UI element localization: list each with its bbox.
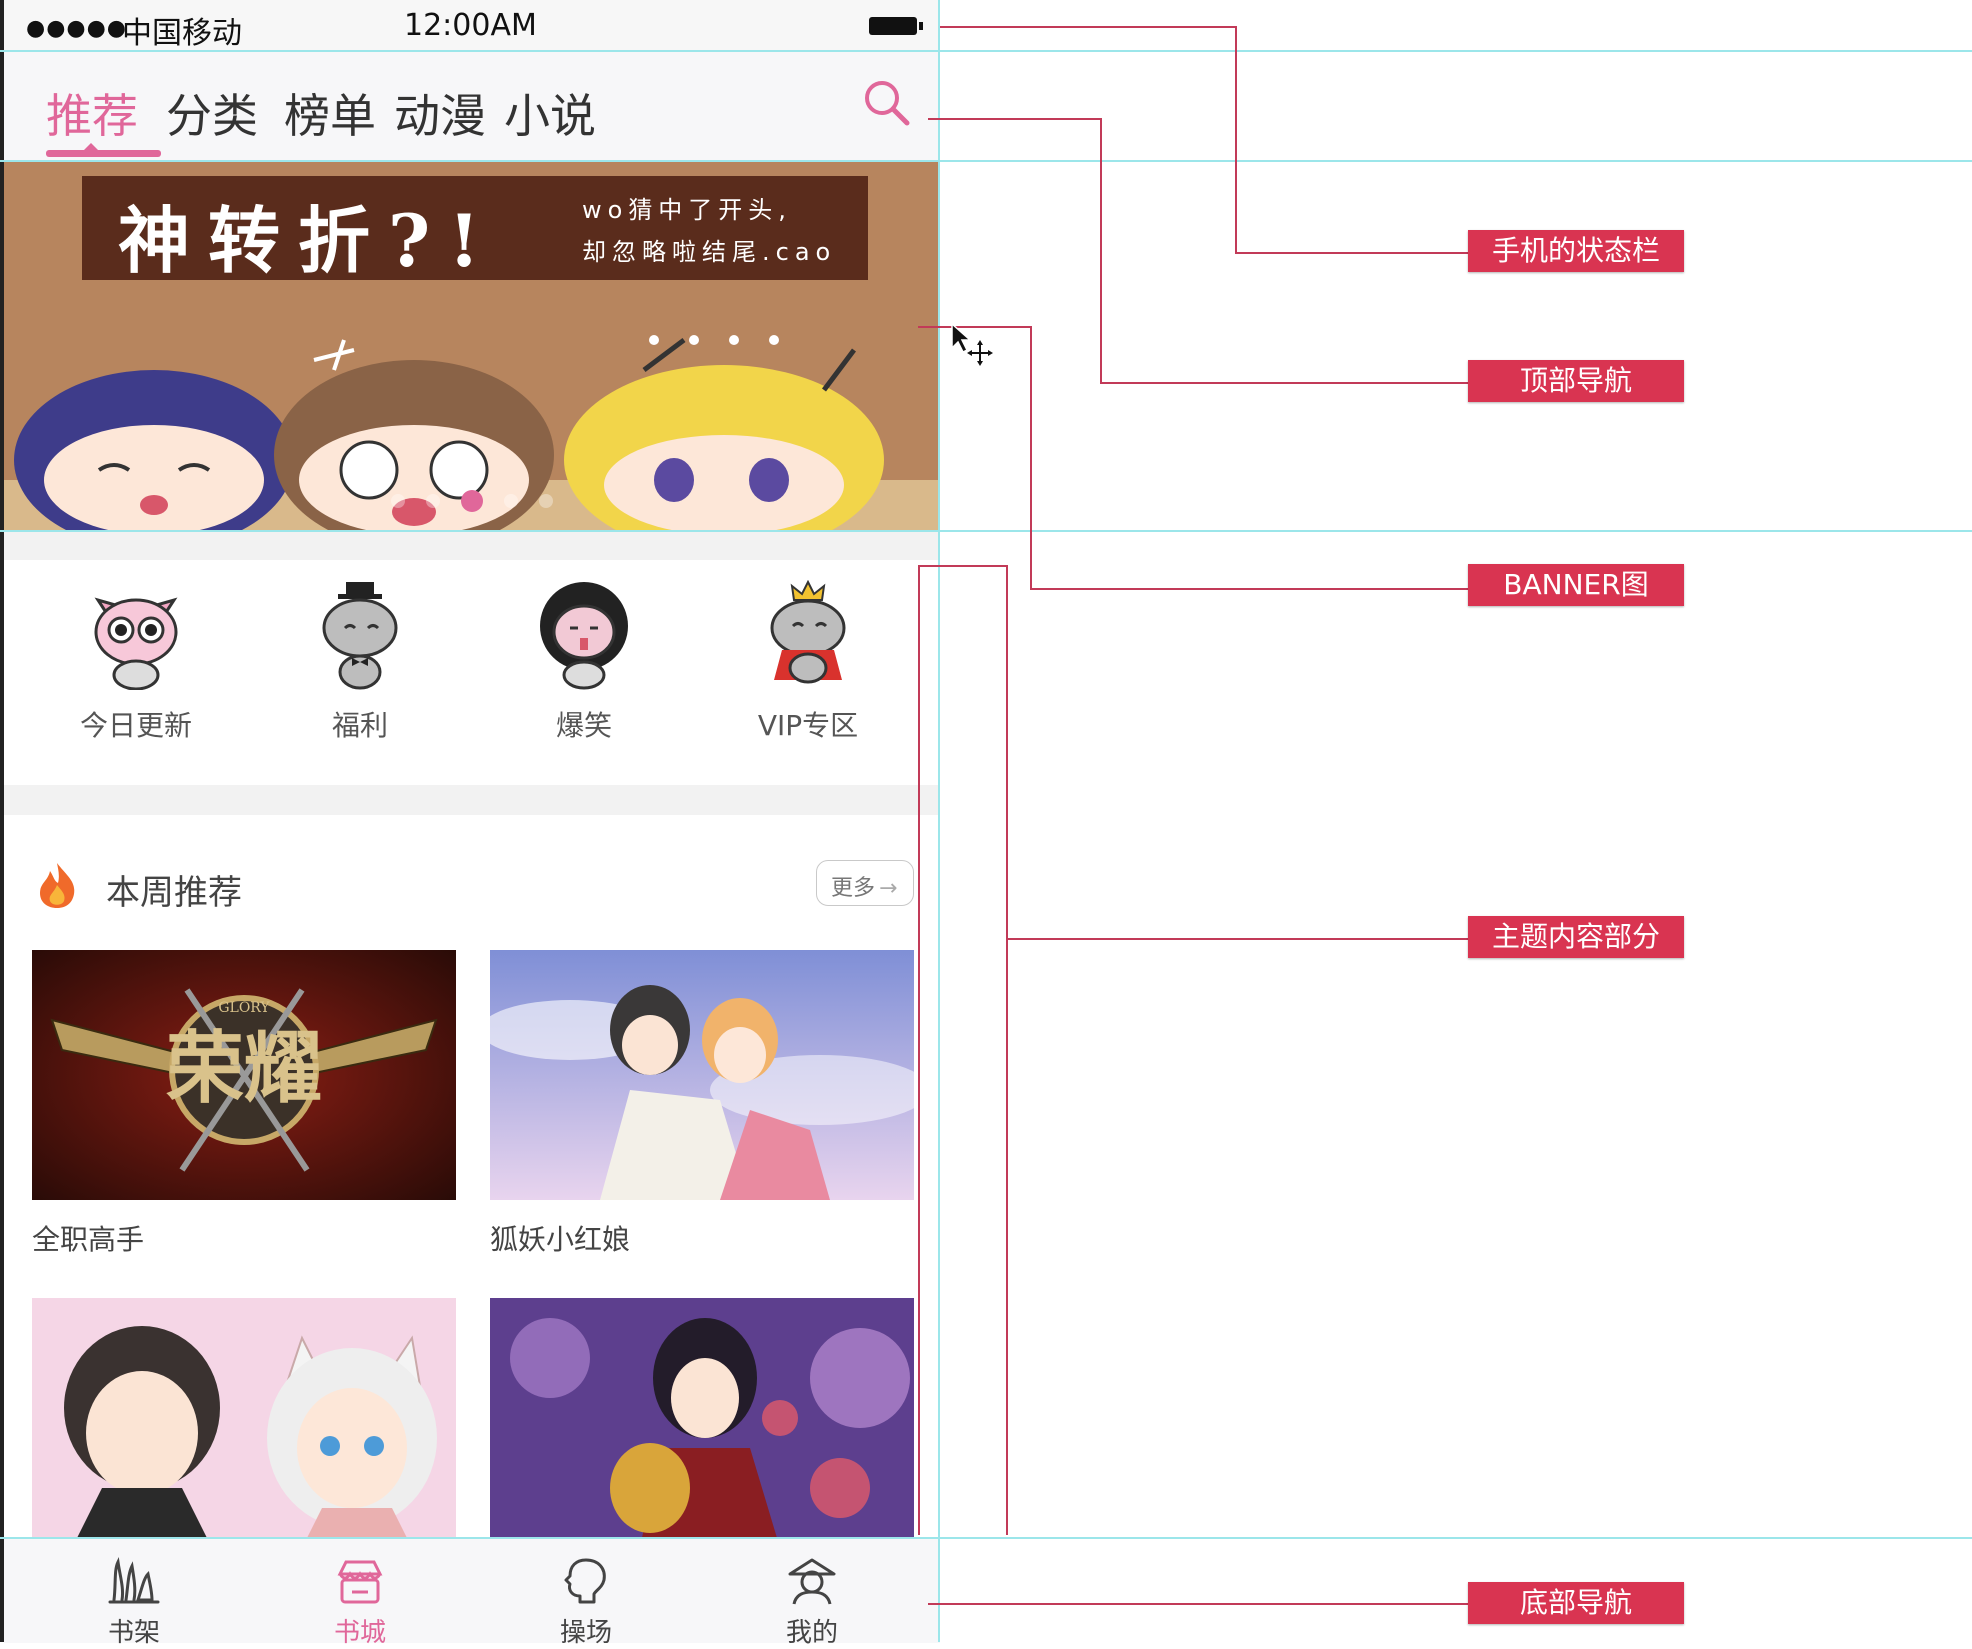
annotation-banner: BANNER图: [1468, 564, 1684, 606]
annotation-main-content: 主题内容部分: [1468, 916, 1684, 958]
bottom-nav-store[interactable]: 书城: [300, 1556, 420, 1649]
comic-cover: [480, 950, 930, 1200]
phone-mockup: ●●●●● 中国移动 12:00AM 推荐 分类 榜单 动漫 小说 神转折?! …: [0, 0, 940, 1648]
active-tab-underline: [46, 150, 161, 157]
pink-cat-icon: [94, 597, 178, 690]
annotation-bottom-nav: 底部导航: [1468, 1582, 1684, 1624]
more-button[interactable]: 更多 →: [816, 860, 914, 906]
weekly-section-header: 本周推荐 更多 →: [4, 815, 940, 935]
leader-line: [1100, 382, 1468, 384]
banner-dot[interactable]: [504, 494, 519, 508]
leader-line: [1235, 252, 1468, 254]
annotation-status-bar: 手机的状态栏: [1468, 230, 1684, 272]
banner-subtitle-2: 却忽略啦结尾.cao: [582, 238, 837, 266]
tab-anime[interactable]: 动漫: [394, 80, 486, 146]
entry-label: 今日更新: [79, 709, 192, 742]
banner-subtitle-1: wo猜中了开头,: [582, 196, 792, 224]
crown-cat-icon: [770, 580, 846, 684]
store-icon: [337, 1560, 383, 1604]
entry-label: 福利: [331, 709, 388, 742]
content-bracket: [918, 565, 1008, 1535]
banner-dot[interactable]: [390, 494, 405, 508]
tab-category[interactable]: 分类: [166, 80, 258, 146]
leader-line: [940, 26, 1235, 28]
profile-icon: [788, 1558, 836, 1605]
banner-title: 神转折?!: [118, 198, 498, 283]
search-icon[interactable]: [862, 78, 912, 128]
comic-title: 全职高手: [32, 1223, 145, 1256]
comic-card[interactable]: [32, 1298, 456, 1566]
bookshelf-icon: [108, 1557, 160, 1604]
bottom-nav-label: 书架: [107, 1618, 160, 1648]
leader-line: [928, 118, 1100, 120]
entry-label: VIP专区: [757, 709, 859, 742]
bottom-nav-playground[interactable]: 操场: [526, 1556, 646, 1649]
section-divider: [4, 785, 940, 815]
tab-novel[interactable]: 小说: [504, 80, 596, 146]
entry-today-update[interactable]: 今日更新: [46, 580, 226, 744]
comic-card[interactable]: 狐妖小红娘: [480, 950, 930, 1258]
leader-line: [1008, 938, 1468, 940]
playground-icon: [564, 1558, 606, 1604]
bottom-nav-bookshelf[interactable]: 书架: [74, 1556, 194, 1649]
banner-dot-active[interactable]: [461, 490, 483, 512]
bottom-nav-label: 书城: [333, 1618, 386, 1648]
banner-title-box: 神转折?! wo猜中了开头, 却忽略啦结尾.cao: [82, 176, 868, 283]
leader-line: [1030, 588, 1468, 590]
comic-cover: [32, 1298, 456, 1548]
entry-vip[interactable]: VIP专区: [718, 580, 898, 744]
cover-title: 荣耀: [166, 1023, 322, 1114]
entry-label: 爆笑: [555, 709, 612, 742]
section-divider: [4, 530, 940, 560]
comic-title: 狐妖小红娘: [490, 1223, 631, 1256]
gentleman-cat-icon: [322, 582, 398, 690]
carrier-name: 中国移动: [122, 16, 242, 51]
bottom-nav-label: 我的: [785, 1618, 838, 1648]
banner-dot[interactable]: [425, 494, 440, 508]
entry-funny[interactable]: 爆笑: [494, 580, 674, 744]
section-title: 本周推荐: [106, 873, 242, 913]
comic-card[interactable]: [490, 1298, 914, 1566]
guide-line: [0, 160, 1972, 162]
annotation-top-nav: 顶部导航: [1468, 360, 1684, 402]
signal-indicator: ●●●●●: [26, 16, 127, 41]
top-navigation: 推荐 分类 榜单 动漫 小说: [4, 50, 940, 160]
leader-line: [1235, 26, 1237, 252]
cover-subtitle: GLORY: [218, 1000, 270, 1016]
tab-recommend[interactable]: 推荐: [46, 80, 138, 146]
battery-icon: [869, 17, 923, 35]
quick-entry-row: 今日更新 福利 爆笑 VIP专区: [4, 560, 940, 785]
more-label: 更多: [831, 876, 876, 901]
status-bar: ●●●●● 中国移动 12:00AM: [4, 0, 940, 51]
banner-dot[interactable]: [539, 494, 554, 508]
leader-line: [1030, 326, 1032, 588]
bottom-nav-label: 操场: [559, 1618, 612, 1648]
entry-welfare[interactable]: 福利: [270, 580, 450, 744]
comic-cover: 荣耀 GLORY: [32, 950, 456, 1200]
comic-cover: [490, 1298, 914, 1548]
tab-ranking[interactable]: 榜单: [284, 80, 376, 146]
leader-line: [928, 1603, 1468, 1605]
banner-indicator: [4, 490, 940, 512]
guide-line: [0, 530, 1972, 532]
banner-carousel[interactable]: 神转折?! wo猜中了开头, 却忽略啦结尾.cao: [4, 160, 940, 530]
bottom-navigation: 书架 书城 操场 我的: [4, 1537, 940, 1648]
comic-card[interactable]: 荣耀 GLORY 全职高手: [32, 950, 456, 1258]
arrow-right-icon: →: [879, 876, 898, 901]
guide-line: [0, 50, 1972, 52]
status-time: 12:00AM: [404, 8, 537, 43]
guide-line: [0, 1537, 1972, 1539]
bottom-nav-profile[interactable]: 我的: [752, 1556, 872, 1649]
move-cursor-icon: [951, 322, 993, 366]
afro-cat-icon: [540, 582, 628, 690]
fire-icon: [40, 863, 75, 908]
leader-line: [1100, 118, 1102, 382]
